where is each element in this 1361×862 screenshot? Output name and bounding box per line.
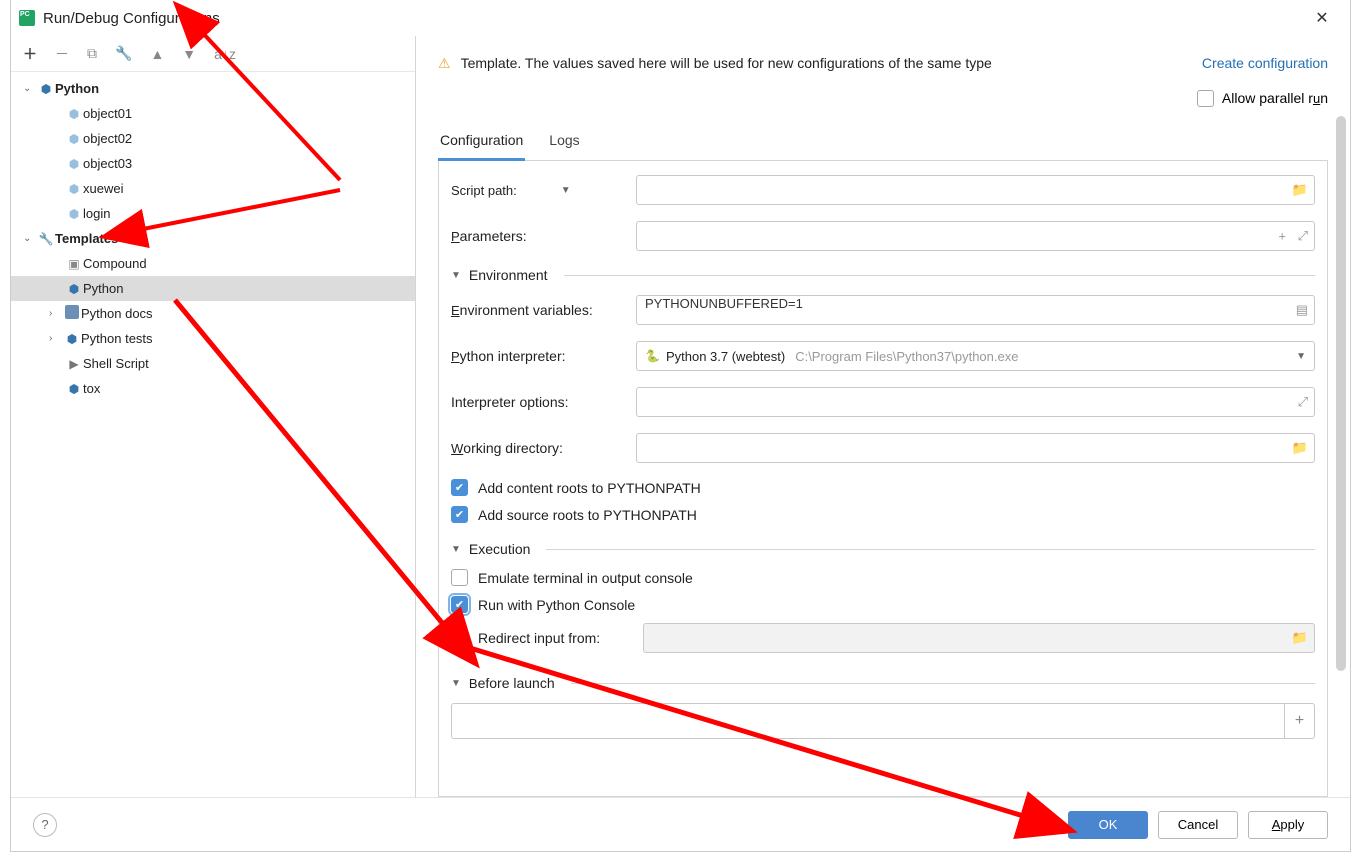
tree-item[interactable]: ⬢xuewei bbox=[11, 176, 415, 201]
parameters-input[interactable]: +⤢ bbox=[636, 221, 1315, 251]
main-panel: ⚠ Template. The values saved here will b… bbox=[416, 36, 1350, 797]
chevron-right-icon: › bbox=[49, 333, 63, 344]
tree-item[interactable]: ⬢object01 bbox=[11, 101, 415, 126]
add-source-checkbox[interactable]: ✔ bbox=[451, 506, 468, 523]
config-tree: ⌄ ⬢ Python ⬢object01 ⬢object02 ⬢object03… bbox=[11, 72, 415, 797]
script-path-label[interactable]: Script path:▼ bbox=[451, 183, 636, 198]
tox-icon: ⬢ bbox=[65, 382, 83, 396]
environment-section[interactable]: ▼ Environment bbox=[451, 267, 1315, 283]
add-content-checkbox[interactable]: ✔ bbox=[451, 479, 468, 496]
workdir-label: Working directory: bbox=[451, 440, 636, 456]
chevron-down-icon: ⌄ bbox=[23, 233, 37, 244]
expand-field-icon[interactable]: ⤢ bbox=[1298, 394, 1308, 410]
python-tests-icon: ⬢ bbox=[63, 332, 81, 346]
tree-item-python-tests[interactable]: ›⬢Python tests bbox=[11, 326, 415, 351]
sort-icon[interactable]: a↓z bbox=[214, 46, 236, 62]
copy-icon[interactable]: ⧉ bbox=[87, 45, 97, 62]
emulate-terminal-label: Emulate terminal in output console bbox=[478, 570, 693, 586]
docs-icon bbox=[63, 305, 81, 322]
dialog-title: Run/Debug Configurations bbox=[43, 10, 220, 27]
remove-icon[interactable]: － bbox=[55, 44, 69, 64]
triangle-down-icon: ▼ bbox=[451, 270, 461, 281]
python-file-icon: ⬢ bbox=[65, 182, 83, 196]
folder-icon[interactable]: 📁 bbox=[1292, 630, 1308, 646]
run-python-console-checkbox[interactable]: ✔ bbox=[451, 596, 468, 613]
redirect-input-label: Redirect input from: bbox=[478, 630, 633, 646]
close-icon[interactable]: ✕ bbox=[1302, 8, 1342, 28]
expand-icon[interactable]: + bbox=[1278, 229, 1286, 244]
python-icon: 🐍 bbox=[645, 349, 660, 363]
expand-field-icon[interactable]: ⤢ bbox=[1298, 228, 1308, 244]
down-icon[interactable]: ▼ bbox=[182, 46, 196, 62]
interpreter-label: Python interpreter: bbox=[451, 348, 636, 364]
pycharm-icon bbox=[19, 10, 35, 26]
python-icon: ⬢ bbox=[37, 82, 55, 96]
env-vars-label: Environment variables: bbox=[451, 302, 636, 318]
ok-button[interactable]: OK bbox=[1068, 811, 1148, 839]
list-icon[interactable]: ▤ bbox=[1296, 302, 1308, 318]
tab-logs[interactable]: Logs bbox=[547, 132, 581, 160]
sidebar: ＋ － ⧉ 🔧 ▲ ▼ a↓z ⌄ ⬢ Python ⬢object01 ⬢ob… bbox=[11, 36, 416, 797]
chevron-down-icon: ⌄ bbox=[23, 83, 37, 94]
scrollbar[interactable] bbox=[1334, 116, 1348, 777]
tree-node-python[interactable]: ⌄ ⬢ Python bbox=[11, 76, 415, 101]
run-python-console-label: Run with Python Console bbox=[478, 597, 635, 613]
chevron-down-icon: ▼ bbox=[1296, 351, 1306, 362]
triangle-down-icon: ▼ bbox=[451, 544, 461, 555]
parameters-label: Parameters: bbox=[451, 228, 636, 244]
sidebar-toolbar: ＋ － ⧉ 🔧 ▲ ▼ a↓z bbox=[11, 36, 415, 72]
redirect-input-checkbox[interactable] bbox=[451, 630, 468, 647]
tree-item-python-docs[interactable]: ›Python docs bbox=[11, 301, 415, 326]
python-icon: ⬢ bbox=[65, 282, 83, 296]
allow-parallel-label: Allow parallel run bbox=[1222, 90, 1328, 106]
add-task-icon[interactable]: + bbox=[1284, 704, 1314, 738]
env-vars-input[interactable]: PYTHONUNBUFFERED=1▤ bbox=[636, 295, 1315, 325]
triangle-down-icon: ▼ bbox=[451, 678, 461, 689]
add-source-label: Add source roots to PYTHONPATH bbox=[478, 507, 697, 523]
add-icon[interactable]: ＋ bbox=[23, 44, 37, 64]
interpreter-dropdown[interactable]: 🐍 Python 3.7 (webtest) C:\Program Files\… bbox=[636, 341, 1315, 371]
edit-icon[interactable]: 🔧 bbox=[115, 45, 132, 62]
chevron-right-icon: › bbox=[49, 308, 63, 319]
folder-icon[interactable]: 📁 bbox=[1292, 440, 1308, 456]
tree-item-tox[interactable]: ⬢tox bbox=[11, 376, 415, 401]
warning-icon: ⚠ bbox=[438, 55, 451, 72]
execution-section[interactable]: ▼ Execution bbox=[451, 541, 1315, 557]
allow-parallel-checkbox[interactable] bbox=[1197, 90, 1214, 107]
compound-icon: ▣ bbox=[65, 257, 83, 271]
python-file-icon: ⬢ bbox=[65, 132, 83, 146]
cancel-button[interactable]: Cancel bbox=[1158, 811, 1238, 839]
script-path-input[interactable]: 📁 bbox=[636, 175, 1315, 205]
apply-button[interactable]: Apply bbox=[1248, 811, 1328, 839]
python-file-icon: ⬢ bbox=[65, 157, 83, 171]
interp-opts-label: Interpreter options: bbox=[451, 394, 636, 410]
add-content-label: Add content roots to PYTHONPATH bbox=[478, 480, 701, 496]
tree-item[interactable]: ⬢object03 bbox=[11, 151, 415, 176]
tree-node-templates[interactable]: ⌄ 🔧 Templates bbox=[11, 226, 415, 251]
python-file-icon: ⬢ bbox=[65, 107, 83, 121]
tab-configuration[interactable]: Configuration bbox=[438, 132, 525, 161]
python-file-icon: ⬢ bbox=[65, 207, 83, 221]
interp-opts-input[interactable]: ⤢ bbox=[636, 387, 1315, 417]
folder-icon[interactable]: 📁 bbox=[1292, 182, 1308, 198]
shell-icon: ▶ bbox=[65, 357, 83, 371]
tree-item-python[interactable]: ⬢Python bbox=[11, 276, 415, 301]
tree-item[interactable]: ⬢object02 bbox=[11, 126, 415, 151]
emulate-terminal-checkbox[interactable] bbox=[451, 569, 468, 586]
tree-item[interactable]: ⬢login bbox=[11, 201, 415, 226]
help-button[interactable]: ? bbox=[33, 813, 57, 837]
up-icon[interactable]: ▲ bbox=[150, 46, 164, 62]
wrench-icon: 🔧 bbox=[37, 232, 55, 246]
tree-item-compound[interactable]: ▣Compound bbox=[11, 251, 415, 276]
banner-message: Template. The values saved here will be … bbox=[461, 55, 992, 71]
before-launch-section[interactable]: ▼ Before launch bbox=[451, 675, 1315, 691]
redirect-input-field[interactable]: 📁 bbox=[643, 623, 1315, 653]
tree-item-shell[interactable]: ▶Shell Script bbox=[11, 351, 415, 376]
create-configuration-link[interactable]: Create configuration bbox=[1202, 55, 1328, 71]
workdir-input[interactable]: 📁 bbox=[636, 433, 1315, 463]
before-launch-list[interactable]: + bbox=[451, 703, 1315, 739]
